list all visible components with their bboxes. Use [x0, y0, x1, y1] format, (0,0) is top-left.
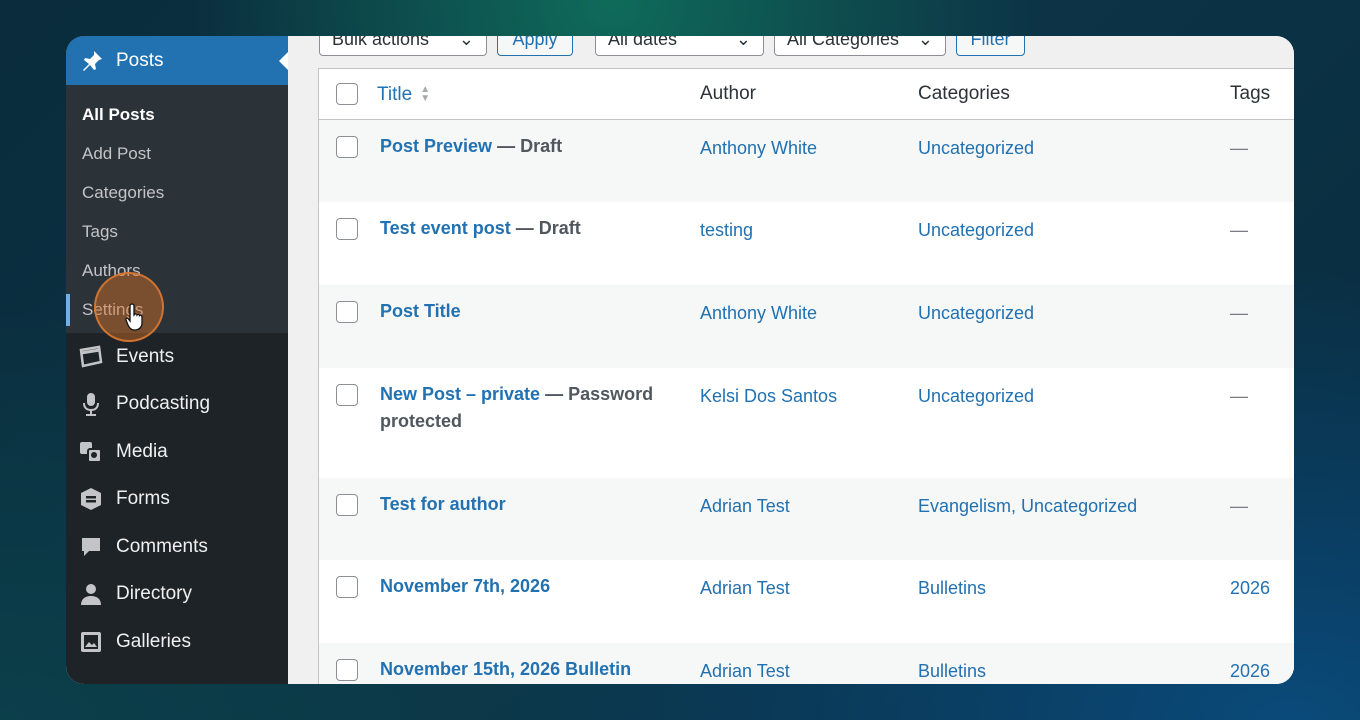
table-row: Test for author Adrian Test Evangelism, …	[319, 478, 1294, 560]
pin-icon	[78, 47, 106, 75]
row-checkbox[interactable]	[336, 218, 358, 240]
posts-table: Title ▲ ▼ Author Categories Tags Post Pre…	[318, 68, 1294, 684]
table-row: New Post – private — Password protected …	[319, 368, 1294, 478]
apply-button[interactable]: Apply	[497, 36, 573, 56]
sidebar-item-label: Forms	[116, 488, 170, 510]
row-checkbox[interactable]	[336, 494, 358, 516]
categories-filter-value: All Categories	[787, 36, 900, 49]
submenu-add-post[interactable]: Add Post	[66, 134, 288, 173]
column-categories: Categories	[918, 83, 1010, 104]
dates-filter-value: All dates	[608, 36, 678, 49]
sidebar-item-label: Podcasting	[116, 393, 211, 415]
post-author-link[interactable]: Adrian Test	[700, 560, 918, 600]
table-row: Post Preview — Draft Anthony White Uncat…	[319, 120, 1294, 202]
sort-icon[interactable]: ▲ ▼	[420, 85, 430, 104]
table-row: Test event post — Draft testing Uncatego…	[319, 202, 1294, 285]
sidebar-item-podcasting[interactable]: Podcasting	[66, 381, 288, 429]
table-row: Post Title Anthony White Uncategorized —	[319, 285, 1294, 368]
bulk-actions-select[interactable]: Bulk actions ⌄	[319, 36, 487, 56]
post-category-link[interactable]: Bulletins	[918, 560, 1230, 600]
sidebar-item-media[interactable]: Media	[66, 428, 288, 476]
filter-button[interactable]: Filter	[956, 36, 1025, 56]
comment-icon	[78, 534, 104, 560]
sidebar-item-label: Galleries	[116, 630, 191, 652]
post-category-link[interactable]: Uncategorized	[918, 285, 1230, 325]
submenu-authors[interactable]: Authors	[66, 251, 288, 290]
media-icon	[78, 439, 104, 465]
sidebar-item-directory[interactable]: Directory	[66, 571, 288, 619]
sidebar-item-comments[interactable]: Comments	[66, 523, 288, 571]
post-title-link[interactable]: Post Title	[380, 301, 461, 321]
chevron-down-icon: ⌄	[917, 36, 933, 49]
sidebar-item-label: Directory	[116, 583, 193, 605]
post-title-link[interactable]: November 15th, 2026 Bulletin	[380, 659, 631, 679]
submenu-categories[interactable]: Categories	[66, 173, 288, 212]
sidebar-item-label: Media	[116, 440, 168, 462]
chevron-down-icon: ⌄	[735, 36, 751, 49]
table-toolbar: Bulk actions ⌄ Apply All dates ⌄ All Cat…	[319, 36, 1025, 56]
post-tags: —	[1230, 138, 1248, 158]
column-title[interactable]: Title	[377, 81, 412, 108]
calendar-icon	[78, 344, 104, 370]
sidebar-item-label: Comments	[116, 535, 208, 557]
post-state: — Draft	[510, 218, 581, 238]
sidebar-item-label: Events	[116, 345, 175, 367]
post-title-link[interactable]: Test for author	[380, 494, 506, 514]
column-tags: Tags	[1230, 83, 1271, 104]
row-checkbox[interactable]	[336, 576, 358, 598]
post-tags: —	[1230, 496, 1248, 516]
post-category-link[interactable]: Uncategorized	[918, 120, 1230, 160]
post-author-link[interactable]: Anthony White	[700, 285, 918, 325]
row-checkbox[interactable]	[336, 136, 358, 158]
post-category-link[interactable]: Bulletins	[918, 643, 1230, 683]
post-tag-link[interactable]: 2026	[1230, 560, 1294, 600]
post-category-link[interactable]: Uncategorized	[918, 202, 1230, 242]
post-tag-link[interactable]: 2026	[1230, 643, 1294, 683]
post-title-link[interactable]: New Post – private	[380, 384, 540, 404]
post-tags: —	[1230, 220, 1248, 240]
admin-sidebar: Posts All Posts Add Post Categories Tags…	[66, 36, 288, 684]
post-category-link[interactable]: Evangelism, Uncategorized	[918, 478, 1230, 518]
forms-icon	[78, 486, 104, 512]
post-author-link[interactable]: Adrian Test	[700, 643, 918, 683]
post-author-link[interactable]: Anthony White	[700, 120, 918, 160]
select-all-checkbox[interactable]	[336, 83, 358, 105]
categories-filter-select[interactable]: All Categories ⌄	[774, 36, 946, 56]
hand-cursor-icon	[125, 303, 143, 331]
chevron-down-icon: ⌄	[458, 36, 474, 49]
dates-filter-select[interactable]: All dates ⌄	[595, 36, 764, 56]
bulk-actions-value: Bulk actions	[332, 36, 430, 49]
post-title-link[interactable]: November 7th, 2026	[380, 576, 550, 596]
sidebar-item-galleries[interactable]: Galleries	[66, 618, 288, 666]
post-author-link[interactable]: testing	[700, 202, 918, 242]
posts-list-panel: Bulk actions ⌄ Apply All dates ⌄ All Cat…	[288, 36, 1294, 684]
post-author-link[interactable]: Adrian Test	[700, 478, 918, 518]
submenu-tags[interactable]: Tags	[66, 212, 288, 251]
sidebar-item-label: Posts	[116, 49, 164, 71]
sidebar-item-events[interactable]: Events	[66, 333, 288, 381]
sidebar-item-forms[interactable]: Forms	[66, 476, 288, 524]
user-icon	[78, 581, 104, 607]
column-author: Author	[700, 83, 756, 104]
admin-window: Posts All Posts Add Post Categories Tags…	[66, 36, 1294, 684]
table-header: Title ▲ ▼ Author Categories Tags	[319, 69, 1294, 120]
sidebar-item-posts[interactable]: Posts	[66, 36, 288, 85]
post-author-link[interactable]: Kelsi Dos Santos	[700, 368, 918, 408]
post-tags: —	[1230, 303, 1248, 323]
row-checkbox[interactable]	[336, 659, 358, 681]
post-tags: —	[1230, 386, 1248, 406]
post-category-link[interactable]: Uncategorized	[918, 368, 1230, 408]
microphone-icon	[78, 391, 104, 417]
gallery-icon	[78, 629, 104, 655]
row-checkbox[interactable]	[336, 301, 358, 323]
post-state: — Draft	[492, 136, 563, 156]
post-title-link[interactable]: Test event post	[380, 218, 511, 238]
table-row: November 7th, 2026 Adrian Test Bulletins…	[319, 560, 1294, 643]
post-title-link[interactable]: Post Preview	[380, 136, 492, 156]
row-checkbox[interactable]	[336, 384, 358, 406]
table-row: November 15th, 2026 Bulletin Adrian Test…	[319, 643, 1294, 684]
submenu-all-posts[interactable]: All Posts	[66, 95, 288, 134]
